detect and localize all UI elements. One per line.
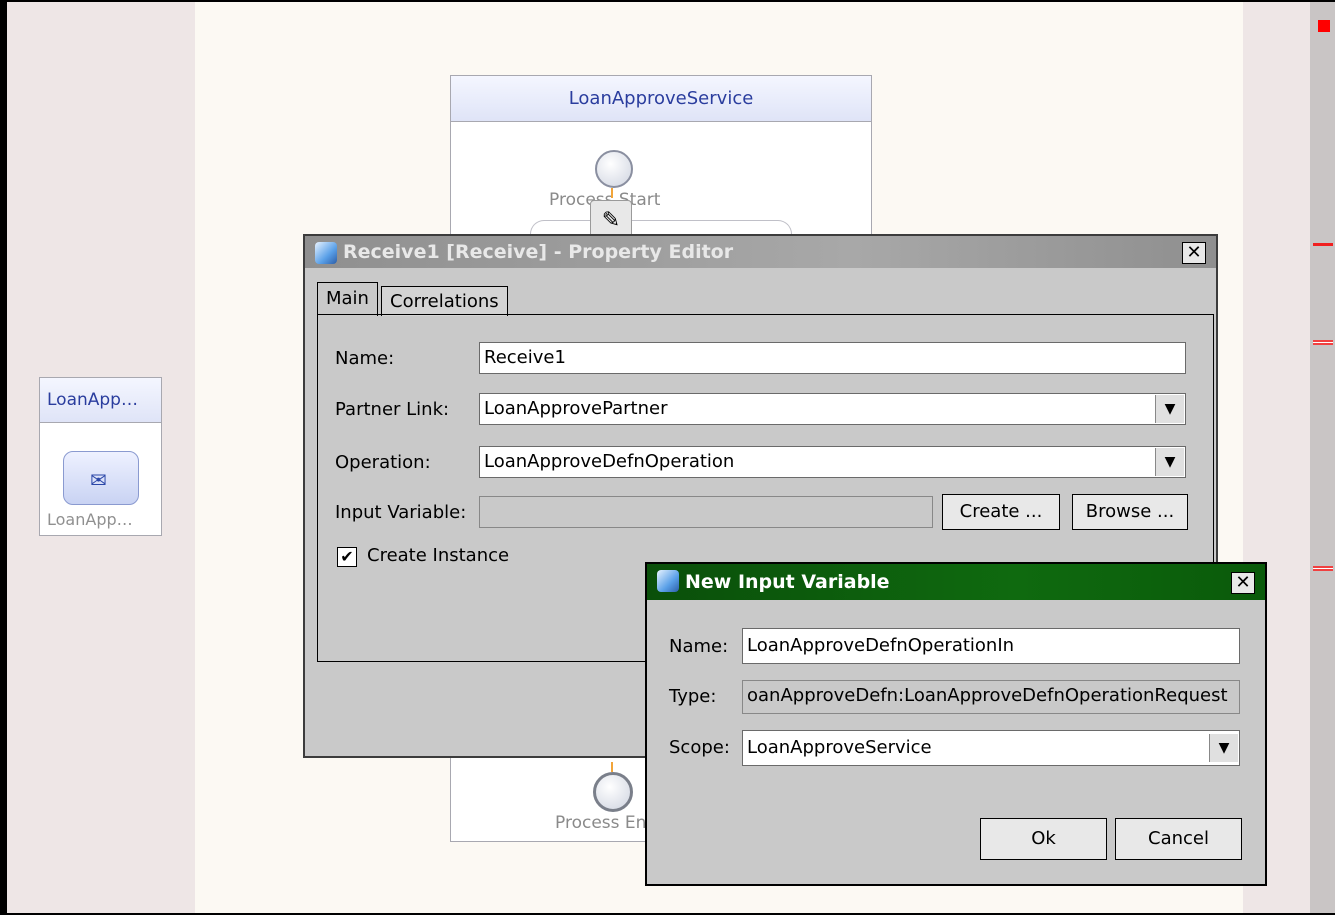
process-end-label: Process End [555, 813, 658, 833]
name-label: Name: [335, 348, 395, 369]
process-end-node[interactable] [593, 772, 633, 812]
partner-link-label: Partner Link: [335, 399, 450, 420]
scope-select[interactable]: LoanApproveService ▼ [742, 730, 1240, 766]
type-field: oanApproveDefn:LoanApproveDefnOperationR… [742, 680, 1240, 714]
name-input[interactable]: Receive1 [479, 342, 1186, 374]
operation-value: LoanApproveDefnOperation [484, 451, 735, 472]
browse-button[interactable]: Browse ... [1072, 494, 1188, 530]
input-variable-field [479, 496, 933, 528]
close-button[interactable]: ✕ [1182, 242, 1206, 264]
tab-main[interactable]: Main [317, 282, 378, 316]
cancel-button[interactable]: Cancel [1115, 818, 1242, 860]
envelope-icon: ✉ [90, 468, 107, 492]
ok-button[interactable]: Ok [980, 818, 1107, 860]
partner-link-label: LoanApp… [47, 510, 133, 529]
partner-link-box[interactable]: LoanApp… ✉ LoanApp… [39, 377, 162, 536]
create-instance-label: Create Instance [367, 545, 510, 566]
chevron-down-icon[interactable]: ▼ [1209, 734, 1238, 762]
scope-label: Scope: [669, 737, 730, 758]
create-button[interactable]: Create ... [942, 494, 1060, 530]
warning-line-marker[interactable] [1313, 566, 1333, 571]
operation-select[interactable]: LoanApproveDefnOperation ▼ [479, 446, 1186, 478]
warning-line-marker[interactable] [1313, 340, 1333, 345]
close-button[interactable]: ✕ [1231, 572, 1255, 594]
cube-icon [657, 570, 679, 592]
type-label: Type: [669, 686, 717, 707]
variable-name-input[interactable]: LoanApproveDefnOperationIn [742, 628, 1240, 664]
create-instance-checkbox[interactable]: ✔ [337, 547, 357, 567]
chevron-down-icon[interactable]: ▼ [1155, 448, 1184, 476]
partner-link-value: LoanApprovePartner [484, 398, 668, 419]
process-title: LoanApproveService [451, 76, 871, 122]
new-input-variable-titlebar[interactable]: New Input Variable [647, 564, 1265, 600]
error-stripe[interactable] [1310, 0, 1335, 915]
new-input-variable-title: New Input Variable [685, 571, 890, 593]
error-marker[interactable] [1318, 20, 1330, 32]
input-variable-label: Input Variable: [335, 502, 467, 523]
variable-name-label: Name: [669, 636, 729, 657]
error-line-marker[interactable] [1313, 243, 1333, 246]
partner-port-button[interactable]: ✉ [63, 451, 139, 505]
connector-tick [611, 188, 613, 198]
partner-link-select[interactable]: LoanApprovePartner ▼ [479, 393, 1186, 425]
partner-link-title: LoanApp… [40, 378, 161, 423]
property-editor-titlebar[interactable]: Receive1 [Receive] - Property Editor [305, 236, 1216, 268]
scope-value: LoanApproveService [747, 737, 932, 758]
property-editor-title: Receive1 [Receive] - Property Editor [343, 241, 734, 263]
connector-tick [611, 762, 613, 772]
tab-correlations[interactable]: Correlations [381, 286, 508, 316]
chevron-down-icon[interactable]: ▼ [1155, 395, 1184, 423]
cube-icon [315, 242, 337, 264]
process-start-node[interactable] [595, 150, 633, 188]
operation-label: Operation: [335, 452, 431, 473]
new-input-variable-dialog[interactable]: New Input Variable ✕ Name: LoanApproveDe… [645, 562, 1267, 886]
